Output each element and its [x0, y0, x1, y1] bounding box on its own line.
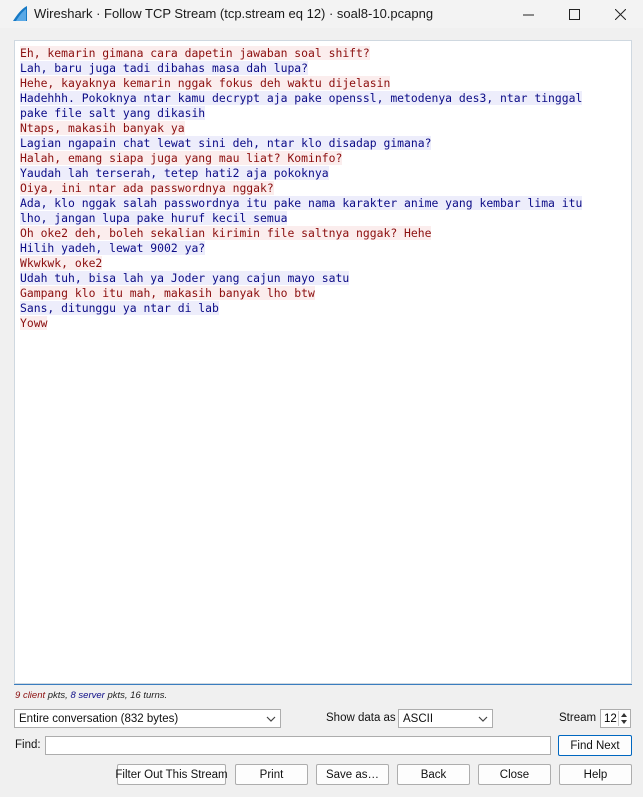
line-text: Eh, kemarin gimana cara dapetin jawaban … — [20, 46, 370, 60]
client-word: client — [22, 690, 46, 701]
client-pkt-count: 9 — [15, 690, 21, 701]
line-text: Lagian ngapain chat lewat sini deh, ntar… — [20, 136, 432, 150]
line-text: lho, jangan lupa pake huruf kecil semua — [20, 211, 288, 225]
stream-lines: Eh, kemarin gimana cara dapetin jawaban … — [20, 46, 626, 331]
save-as-button[interactable]: Save as… — [316, 764, 389, 785]
line-text: Lah, baru juga tadi dibahas masa dah lup… — [20, 61, 309, 75]
find-label: Find: — [15, 739, 41, 751]
client-line: Ntaps, makasih banyak ya — [20, 121, 626, 136]
client-line: Eh, kemarin gimana cara dapetin jawaban … — [20, 46, 626, 61]
client-line: Yoww — [20, 316, 626, 331]
print-button[interactable]: Print — [235, 764, 308, 785]
find-input[interactable] — [45, 736, 551, 755]
client-line: Oiya, ini ntar ada passwordnya nggak? — [20, 181, 626, 196]
pkts-separator: pkts, — [45, 690, 71, 701]
wireshark-fin-icon — [13, 6, 27, 21]
maximize-button[interactable] — [551, 0, 597, 28]
server-line: Udah tuh, bisa lah ya Joder yang cajun m… — [20, 271, 626, 286]
server-pkt-count: 8 — [70, 690, 76, 701]
server-line: lho, jangan lupa pake huruf kecil semua — [20, 211, 626, 226]
stream-label: Stream — [559, 712, 597, 724]
line-text: Halah, emang siapa juga yang mau liat? K… — [20, 151, 343, 165]
minimize-icon — [522, 14, 534, 15]
back-button[interactable]: Back — [397, 764, 470, 785]
line-text: pake file salt yang dikasih — [20, 106, 206, 120]
line-text: Sans, ditunggu ya ntar di lab — [20, 301, 219, 315]
server-line: Lagian ngapain chat lewat sini deh, ntar… — [20, 136, 626, 151]
help-button[interactable]: Help — [559, 764, 632, 785]
spin-arrows-icon[interactable] — [618, 711, 629, 726]
line-text: Wkwkwk, oke2 — [20, 256, 103, 270]
client-line: Oh oke2 deh, boleh sekalian kirimin file… — [20, 226, 626, 241]
line-text: Yoww — [20, 316, 48, 330]
server-line: Sans, ditunggu ya ntar di lab — [20, 301, 626, 316]
server-line: Lah, baru juga tadi dibahas masa dah lup… — [20, 61, 626, 76]
server-word: server — [78, 690, 105, 701]
show-data-value: ASCII — [403, 713, 434, 725]
minimize-button[interactable] — [505, 0, 551, 28]
line-text: Hehe, kayaknya kemarin nggak fokus deh w… — [20, 76, 391, 90]
client-line: Wkwkwk, oke2 — [20, 256, 626, 271]
server-line: Hilih yadeh, lewat 9002 ya? — [20, 241, 626, 256]
server-line: Ada, klo nggak salah passwordnya itu pak… — [20, 196, 626, 211]
line-text: Yaudah lah terserah, tetep hati2 aja pok… — [20, 166, 329, 180]
filter-out-stream-button[interactable]: Filter Out This Stream — [115, 764, 228, 785]
close-button[interactable]: Close — [478, 764, 551, 785]
show-data-label: Show data as — [326, 712, 396, 724]
server-line: Hadehhh. Pokoknya ntar kamu decrypt aja … — [20, 91, 626, 106]
window-title: Wireshark · Follow TCP Stream (tcp.strea… — [34, 6, 434, 21]
maximize-icon — [568, 8, 580, 20]
stream-content-pane[interactable]: Eh, kemarin gimana cara dapetin jawaban … — [14, 40, 632, 684]
close-window-button[interactable] — [597, 0, 643, 28]
close-icon — [614, 8, 626, 20]
line-text: Ntaps, makasih banyak ya — [20, 121, 185, 135]
line-text: Oh oke2 deh, boleh sekalian kirimin file… — [20, 226, 432, 240]
conversation-select-value: Entire conversation (832 bytes) — [19, 713, 179, 725]
conversation-select[interactable]: Entire conversation (832 bytes) — [14, 709, 281, 728]
line-text: Oiya, ini ntar ada passwordnya nggak? — [20, 181, 274, 195]
server-line: Yaudah lah terserah, tetep hati2 aja pok… — [20, 166, 626, 181]
line-text: Udah tuh, bisa lah ya Joder yang cajun m… — [20, 271, 350, 285]
client-line: Gampang klo itu mah, makasih banyak lho … — [20, 286, 626, 301]
line-text: Ada, klo nggak salah passwordnya itu pak… — [20, 196, 583, 210]
line-text: Hilih yadeh, lewat 9002 ya? — [20, 241, 206, 255]
server-line: pake file salt yang dikasih — [20, 106, 626, 121]
client-line: Hehe, kayaknya kemarin nggak fokus deh w… — [20, 76, 626, 91]
client-line: Halah, emang siapa juga yang mau liat? K… — [20, 151, 626, 166]
stream-number-value: 12 — [604, 713, 617, 725]
title-bar: Wireshark · Follow TCP Stream (tcp.strea… — [0, 0, 643, 28]
line-text: Hadehhh. Pokoknya ntar kamu decrypt aja … — [20, 91, 583, 105]
chevron-down-icon — [478, 716, 488, 722]
line-text: Gampang klo itu mah, makasih banyak lho … — [20, 286, 315, 300]
stats-tail: pkts, 16 turns. — [104, 690, 168, 701]
stream-number-spinbox[interactable]: 12 — [600, 709, 631, 728]
find-next-button[interactable]: Find Next — [558, 735, 632, 756]
chevron-down-icon — [266, 716, 276, 722]
pane-focus-border — [14, 684, 632, 685]
stream-stats: 9 client pkts, 8 server pkts, 16 turns. — [15, 690, 167, 701]
show-data-select[interactable]: ASCII — [398, 709, 493, 728]
